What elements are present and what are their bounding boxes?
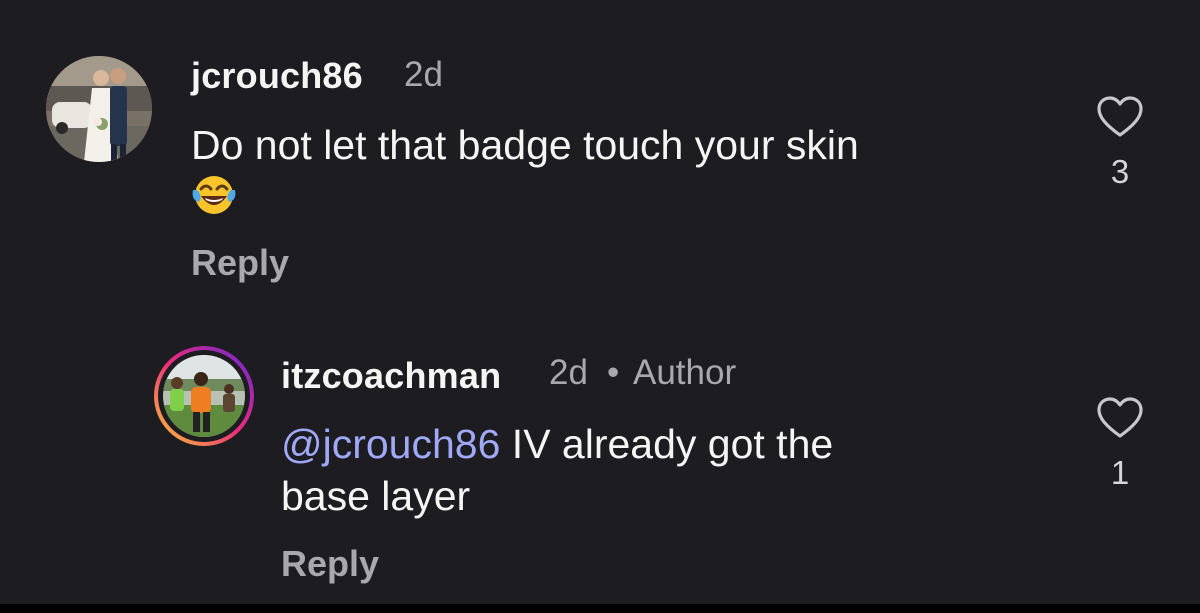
like-column: 1: [1090, 396, 1150, 492]
avatar-story-ring[interactable]: [154, 346, 254, 446]
heart-icon[interactable]: [1096, 95, 1144, 139]
reply-button[interactable]: Reply: [281, 543, 379, 585]
comment-text: Do not let that badge touch your skin: [191, 120, 859, 170]
face-with-tears-of-joy-icon: [192, 176, 236, 214]
avatar: [163, 355, 245, 437]
like-count: 1: [1110, 454, 1130, 491]
reply-time: 2d: [549, 353, 588, 392]
bottom-bar: [0, 604, 1200, 613]
author-label: Author: [633, 353, 737, 392]
comment-time: 2d: [404, 55, 443, 94]
comment-text-line: Do not let that badge touch your skin: [191, 122, 859, 168]
reply-text-line-2-container: base layer: [281, 471, 470, 521]
comment-itzcoachman: itzcoachman 2d • Author @jcrouch86 IV al…: [0, 300, 1200, 604]
reply-button[interactable]: Reply: [191, 242, 289, 284]
like-column: 3: [1090, 95, 1150, 191]
comment-emoji-line: [191, 172, 237, 229]
meta-separator: •: [607, 353, 620, 392]
profile-photo-coach-icon: [163, 355, 245, 437]
reply-username[interactable]: itzcoachman: [281, 355, 501, 397]
reply-text-line-2: base layer: [281, 473, 471, 519]
heart-icon[interactable]: [1096, 396, 1144, 440]
reply-text: @jcrouch86 IV already got the: [281, 419, 833, 469]
comment-username[interactable]: jcrouch86: [191, 55, 363, 97]
reply-text-line-1: IV already got the: [500, 421, 834, 467]
profile-photo-couple-icon: [46, 56, 152, 162]
avatar[interactable]: [46, 56, 152, 162]
mention-link[interactable]: @jcrouch86: [281, 421, 500, 467]
like-count: 3: [1110, 153, 1130, 190]
comment-jcrouch86: jcrouch86 2d Do not let that badge touch…: [0, 0, 1200, 300]
